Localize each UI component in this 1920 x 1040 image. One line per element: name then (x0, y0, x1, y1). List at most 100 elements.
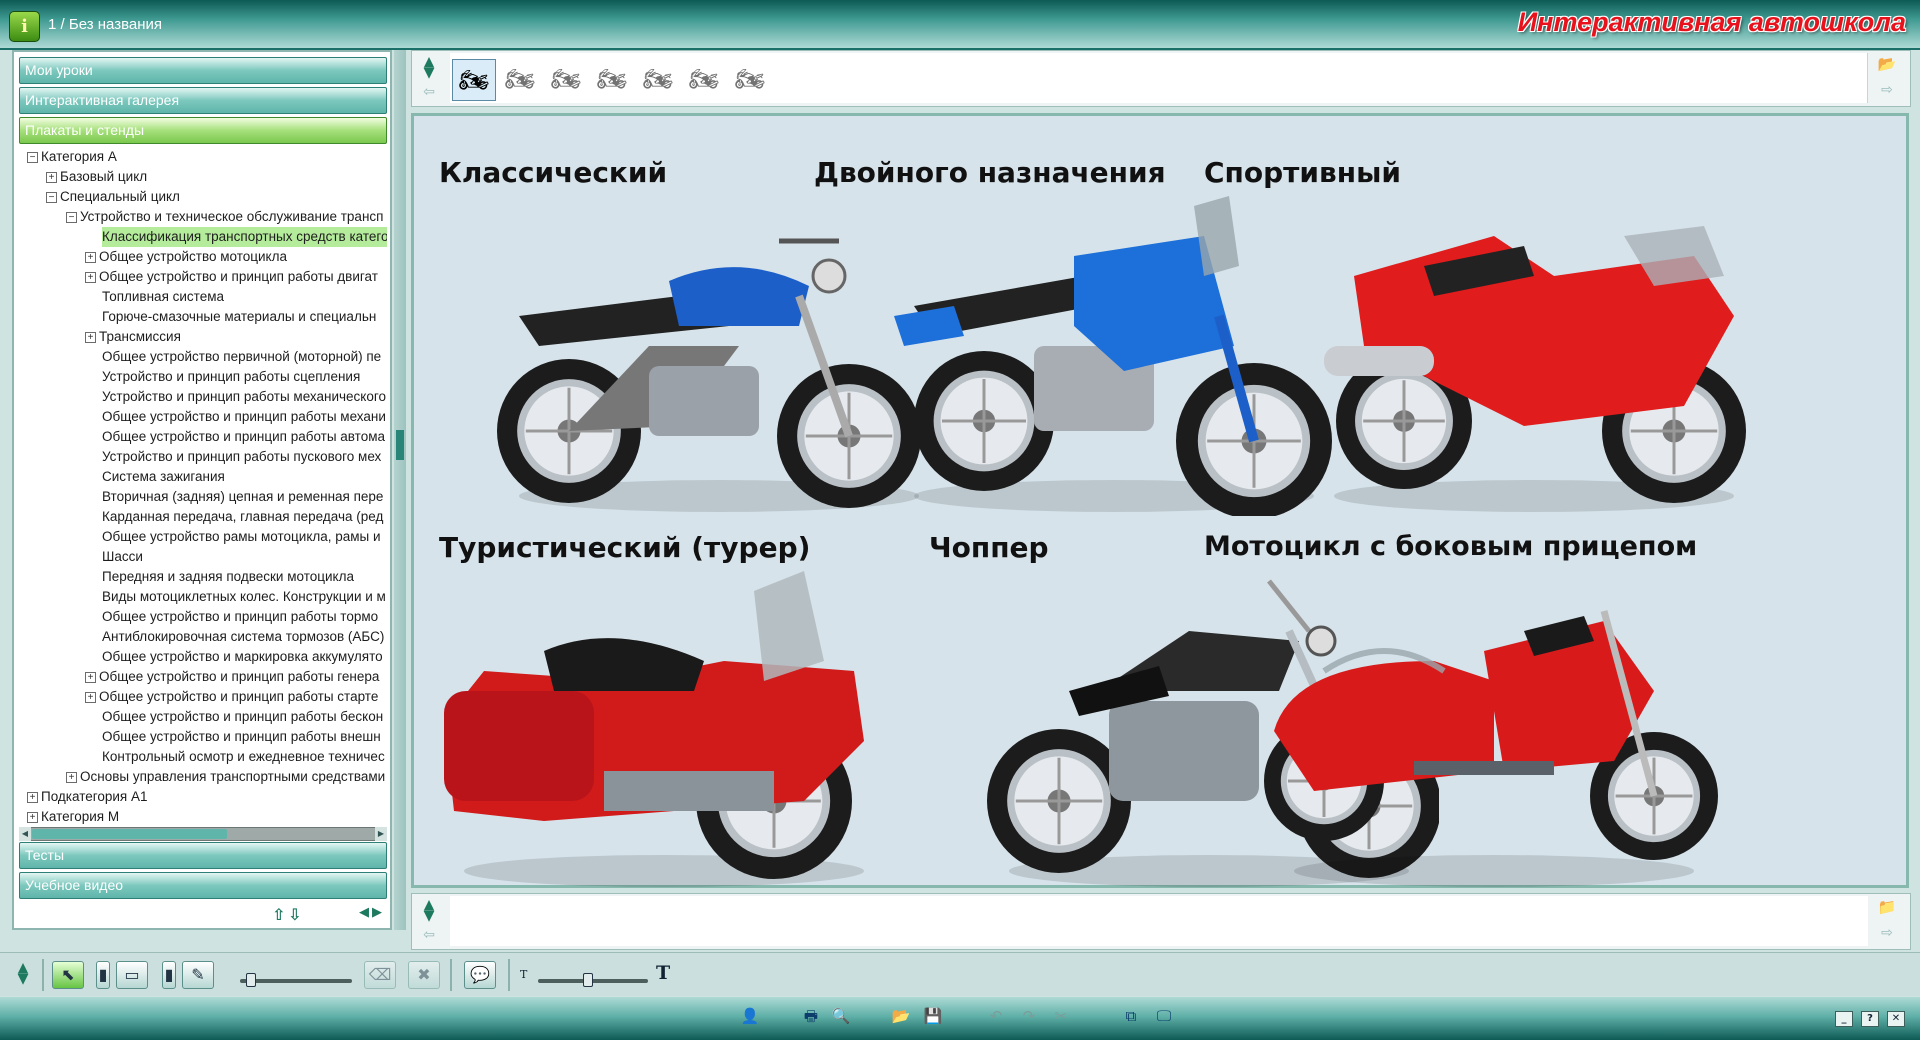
tree-item[interactable]: Система зажигания (102, 467, 225, 487)
tree-item[interactable]: Общее устройство и принцип работы автома (102, 427, 385, 447)
sidebar-splitter[interactable] (394, 50, 406, 930)
tree-item[interactable]: Горюче-смазочные материалы и специальн (102, 307, 376, 327)
screen-icon[interactable]: 🖵 (1153, 1005, 1175, 1027)
section-training-video[interactable]: Учебное видео (19, 872, 387, 899)
minimize-button[interactable]: _ (1835, 1011, 1853, 1027)
tree-item[interactable]: + Категория М (27, 807, 119, 827)
redo-icon[interactable]: ↷ (1018, 1005, 1040, 1027)
tree-item[interactable]: + Основы управления транспортными средств… (66, 767, 385, 787)
toolbar-toggle-icon[interactable]: ▲ ▼ (12, 961, 34, 986)
collapse-left-icon[interactable]: ◀ (359, 905, 369, 920)
tree-item[interactable]: Шасси (102, 547, 143, 567)
expand-icon[interactable]: + (85, 671, 96, 683)
highlighter-tool-button[interactable]: ✎ (182, 961, 214, 989)
strip-toggle-icon[interactable]: ▲ ▼ (418, 55, 440, 80)
collapse-icon[interactable]: − (46, 191, 57, 203)
tree-item[interactable]: + Трансмиссия (85, 327, 181, 347)
app-logo-icon[interactable]: i (9, 11, 40, 42)
dual-sport-thumb-icon[interactable]: 🏍 (544, 59, 588, 101)
poster-thumb-all-icon[interactable]: 🏍 (452, 59, 496, 101)
tourer-thumb-icon[interactable]: 🏍 (636, 59, 680, 101)
notes-folder-icon[interactable]: 📁 (1876, 900, 1898, 915)
tree-item[interactable]: + Общее устройство и принцип работы старт… (85, 687, 378, 707)
eraser-button[interactable]: ⌫ (364, 961, 396, 989)
tree-item[interactable]: Устройство и принцип работы пускового ме… (102, 447, 381, 467)
cut-icon[interactable]: ✂ (1050, 1005, 1072, 1027)
screen-tool-button[interactable]: ▭ (116, 961, 148, 989)
chopper-thumb-icon[interactable]: 🏍 (682, 59, 726, 101)
tree-item[interactable]: Карданная передача, главная передача (ре… (102, 507, 383, 527)
tree-item[interactable]: + Базовый цикл (46, 167, 147, 187)
undo-icon[interactable]: ↶ (985, 1005, 1007, 1027)
tree-item[interactable]: Виды мотоциклетных колес. Конструкции и … (102, 587, 386, 607)
notes-prev-icon[interactable]: ⇦ (418, 928, 440, 942)
clear-drawing-button[interactable]: ✖ (408, 961, 440, 989)
sport-thumb-icon[interactable]: 🏍 (590, 59, 634, 101)
tree-item[interactable]: + Общее устройство и принцип работы генер… (85, 667, 379, 687)
line-width-knob[interactable] (246, 973, 257, 987)
expand-right-icon[interactable]: ▶ (372, 905, 382, 920)
section-tests[interactable]: Тесты (19, 842, 387, 869)
expand-icon[interactable]: + (46, 171, 57, 183)
tree-item[interactable]: Топливная система (102, 287, 224, 307)
expand-icon[interactable]: + (66, 771, 77, 783)
expand-icon[interactable]: + (85, 691, 96, 703)
tree-item[interactable]: Устройство и принцип работы механическог… (102, 387, 386, 407)
pointer-tool-button[interactable]: ⬉ (52, 961, 84, 989)
sidecar-thumb-icon[interactable]: 🏍 (728, 59, 772, 101)
move-up-icon[interactable]: ⇧ (272, 905, 285, 924)
notes-next-icon[interactable]: ⇨ (1876, 926, 1898, 940)
tree-item[interactable]: Контрольный осмотр и ежедневное техничес (102, 747, 385, 767)
section-my-lessons[interactable]: Мои уроки (19, 57, 387, 84)
close-button[interactable]: ✕ (1887, 1011, 1905, 1027)
tree-item[interactable]: Общее устройство первичной (моторной) пе (102, 347, 381, 367)
expand-icon[interactable]: + (85, 251, 96, 263)
tree-item[interactable]: Общее устройство и принцип работы тормо (102, 607, 378, 627)
tree-item[interactable]: − Категория А (27, 147, 117, 167)
marker-color-button[interactable]: ▮ (162, 961, 176, 989)
help-button[interactable]: ? (1861, 1011, 1879, 1027)
user-icon[interactable]: 👤 (739, 1005, 761, 1027)
tree-item[interactable]: Антиблокировочная система тормозов (АБС) (102, 627, 384, 647)
collapse-icon[interactable]: − (66, 211, 77, 223)
tree-item[interactable]: Общее устройство и принцип работы внешн (102, 727, 381, 747)
tree-item[interactable]: + Общее устройство и принцип работы двига… (85, 267, 378, 287)
tree-horizontal-scrollbar[interactable]: ◀ ▶ (19, 827, 387, 841)
notes-toggle-icon[interactable]: ▲ ▼ (418, 898, 440, 923)
tree-item[interactable]: Общее устройство рамы мотоцикла, рамы и (102, 527, 381, 547)
tree-item[interactable]: Передняя и задняя подвески мотоцикла (102, 567, 354, 587)
scroll-left-icon[interactable]: ◀ (19, 827, 31, 841)
zoom-icon[interactable]: 🔍 (830, 1005, 852, 1027)
expand-icon[interactable]: + (85, 331, 96, 343)
strip-prev-icon[interactable]: ⇦ (418, 85, 440, 99)
scroll-thumb[interactable] (32, 829, 227, 839)
tree-item[interactable]: Общее устройство и принцип работы бескон (102, 707, 383, 727)
expand-icon[interactable]: + (27, 811, 38, 823)
open-folder-icon[interactable]: 📂 (890, 1005, 912, 1027)
section-interactive-gallery[interactable]: Интерактивная галерея (19, 87, 387, 114)
comment-bubble-button[interactable]: 💬 (464, 961, 496, 989)
tree-item[interactable]: Вторичная (задняя) цепная и ременная пер… (102, 487, 383, 507)
expand-icon[interactable]: + (85, 271, 96, 283)
tree-item[interactable]: Общее устройство и маркировка аккумулято (102, 647, 383, 667)
classic-thumb-icon[interactable]: 🏍 (498, 59, 542, 101)
help-folder-icon[interactable]: 📂 (1876, 57, 1898, 72)
line-width-slider[interactable] (240, 979, 352, 983)
notes-text-area[interactable] (450, 896, 1868, 946)
expand-icon[interactable]: + (27, 791, 38, 803)
text-size-knob[interactable] (582, 973, 593, 987)
tree-item[interactable]: + Подкатегория А1 (27, 787, 148, 807)
tree-item[interactable]: − Специальный цикл (46, 187, 180, 207)
splitter-grip[interactable] (396, 430, 404, 460)
print-icon[interactable]: 🖶 (800, 1005, 822, 1027)
pen-color-button[interactable]: ▮ (96, 961, 110, 989)
collapse-icon[interactable]: − (27, 151, 38, 163)
scroll-right-icon[interactable]: ▶ (375, 827, 387, 841)
move-down-icon[interactable]: ⇩ (288, 905, 301, 924)
tree-item[interactable]: Устройство и принцип работы сцепления (102, 367, 360, 387)
strip-next-icon[interactable]: ⇨ (1876, 83, 1898, 97)
tree-item[interactable]: Классификация транспортных средств катег… (102, 227, 387, 247)
section-posters-stands[interactable]: Плакаты и стенды (19, 117, 387, 144)
text-size-slider[interactable] (538, 979, 648, 983)
tree-item[interactable]: + Общее устройство мотоцикла (85, 247, 287, 267)
